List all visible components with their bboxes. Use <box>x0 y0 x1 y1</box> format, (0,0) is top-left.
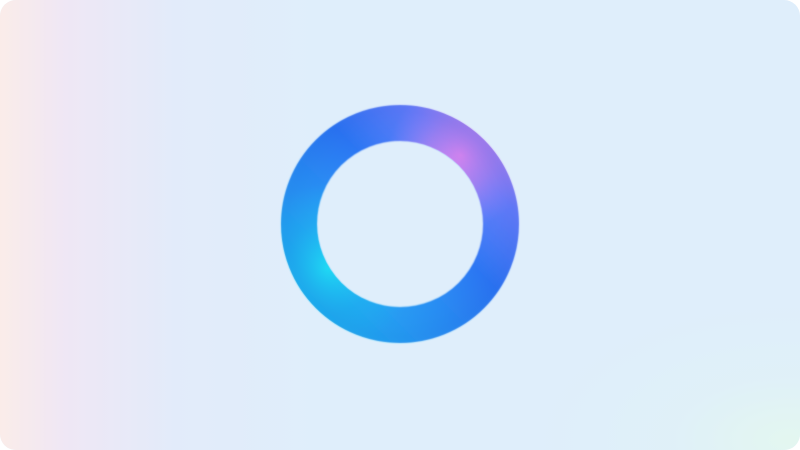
app-canvas <box>0 0 800 450</box>
assistant-ring-icon <box>280 104 520 344</box>
assistant-orb-button[interactable] <box>280 104 520 344</box>
